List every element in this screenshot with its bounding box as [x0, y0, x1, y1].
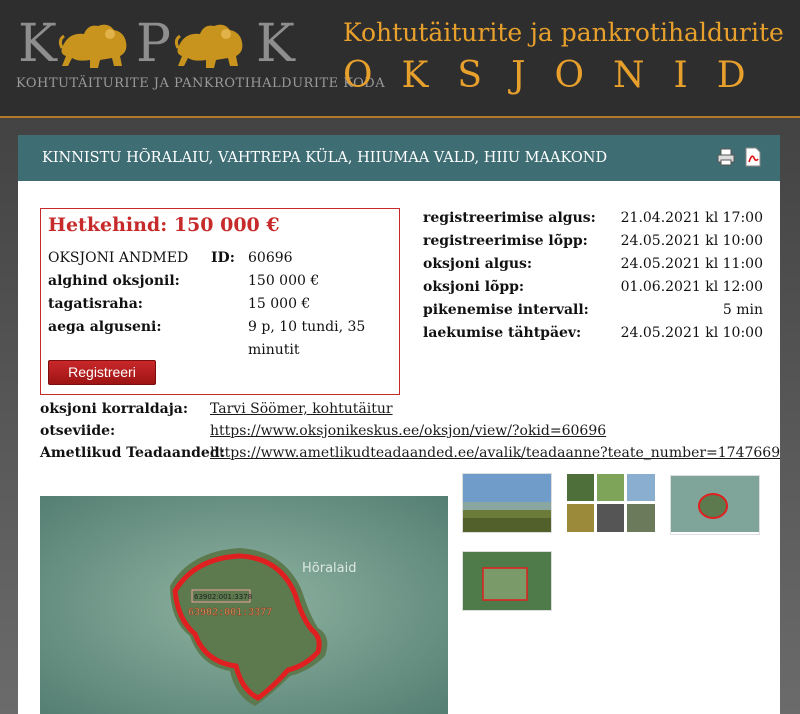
register-button[interactable]: Registreeri [48, 360, 156, 385]
map-graphic: 63902:001:3378 63902:001:3377 Hõralaid [40, 496, 448, 714]
section-label: OKSJONI ANDMED [48, 250, 189, 266]
logo-letter-k: K [18, 14, 57, 74]
listing-panel: KINNISTU HÕRALAIU, VAHTREPA KÜLA, HIIUMA… [18, 135, 780, 714]
organizer-link[interactable]: Tarvi Söömer, kohtutäitur [210, 400, 393, 418]
logo-subtitle: KOHTUTÄITURITE JA PANKROTIHALDURITE KODA [16, 76, 386, 91]
thumbnail-collage-image [566, 473, 656, 533]
logo-emblem: K P K [14, 14, 304, 72]
date-value: 24.05.2021 kl 10:00 [620, 325, 763, 341]
direct-link-label: otseviide: [40, 423, 116, 439]
date-value: 24.05.2021 kl 11:00 [620, 256, 763, 272]
price-box: Hetkehind: 150 000 € OKSJONI ANDMED ID: … [40, 208, 400, 395]
date-value: 01.06.2021 kl 12:00 [620, 279, 763, 295]
logo-letter-k2: K [256, 14, 295, 74]
main-map-image[interactable]: 63902:001:3378 63902:001:3377 Hõralaid [40, 496, 448, 714]
parcel-main-label: 63902:001:3377 [188, 607, 272, 618]
thumbnail-landscape-image [463, 474, 551, 532]
date-label: pikenemise intervall: [423, 302, 589, 318]
site-header: K P K KOHTUTÄITURITE JA PANKROTIHALDURIT… [0, 0, 800, 118]
thumbnail-landscape[interactable] [462, 473, 552, 533]
thumbnail-map-small[interactable] [670, 475, 760, 535]
date-label: oksjoni algus: [423, 256, 533, 272]
place-label: Hõralaid [302, 561, 356, 576]
date-value: 5 min [722, 302, 763, 318]
id-value: 60696 [248, 250, 293, 266]
start-price-value: 150 000 € [248, 273, 320, 289]
site-subtitle: OKSJONID [343, 55, 775, 96]
date-label: registreerimise algus: [423, 210, 596, 226]
time-left-value-cont: minutit [248, 342, 300, 358]
thumbnail-collage[interactable] [566, 473, 656, 533]
printer-icon[interactable] [716, 147, 736, 167]
site-logo[interactable]: K P K KOHTUTÄITURITE JA PANKROTIHALDURIT… [14, 14, 386, 96]
id-label: ID: [211, 250, 235, 266]
date-value: 24.05.2021 kl 10:00 [620, 233, 763, 249]
logo-letter-p: P [136, 14, 171, 74]
lion-icon [58, 24, 127, 69]
date-label: registreerimise lõpp: [423, 233, 588, 249]
current-price: Hetkehind: 150 000 € [48, 214, 280, 236]
announcements-label: Ametlikud Teadaanded: [40, 445, 225, 461]
parcel-small-label: 63902:001:3378 [194, 593, 252, 601]
start-price-label: alghind oksjonil: [48, 273, 180, 289]
pdf-icon[interactable] [743, 147, 763, 167]
deposit-label: tagatisraha: [48, 296, 143, 312]
deposit-value: 15 000 € [248, 296, 311, 312]
thumbnail-map-overview-image [463, 552, 551, 610]
site-title: Kohtutäiturite ja pankrotihaldurite [343, 18, 784, 47]
time-left-value: 9 p, 10 tundi, 35 [248, 319, 366, 335]
date-value: 21.04.2021 kl 17:00 [620, 210, 763, 226]
date-label: laekumise tähtpäev: [423, 325, 582, 341]
lion-icon [174, 24, 243, 69]
thumbnail-map-overview[interactable] [462, 551, 552, 611]
direct-link[interactable]: https://www.oksjonikeskus.ee/oksjon/view… [210, 422, 606, 440]
date-label: oksjoni lõpp: [423, 279, 525, 295]
time-left-label: aega alguseni: [48, 319, 162, 335]
listing-title: KINNISTU HÕRALAIU, VAHTREPA KÜLA, HIIUMA… [42, 150, 608, 166]
organizer-label: oksjoni korraldaja: [40, 401, 189, 417]
announcements-link[interactable]: https://www.ametlikudteadaanded.ee/avali… [210, 444, 780, 462]
thumbnail-map-small-image [671, 476, 759, 532]
listing-title-bar: KINNISTU HÕRALAIU, VAHTREPA KÜLA, HIIUMA… [18, 135, 780, 181]
